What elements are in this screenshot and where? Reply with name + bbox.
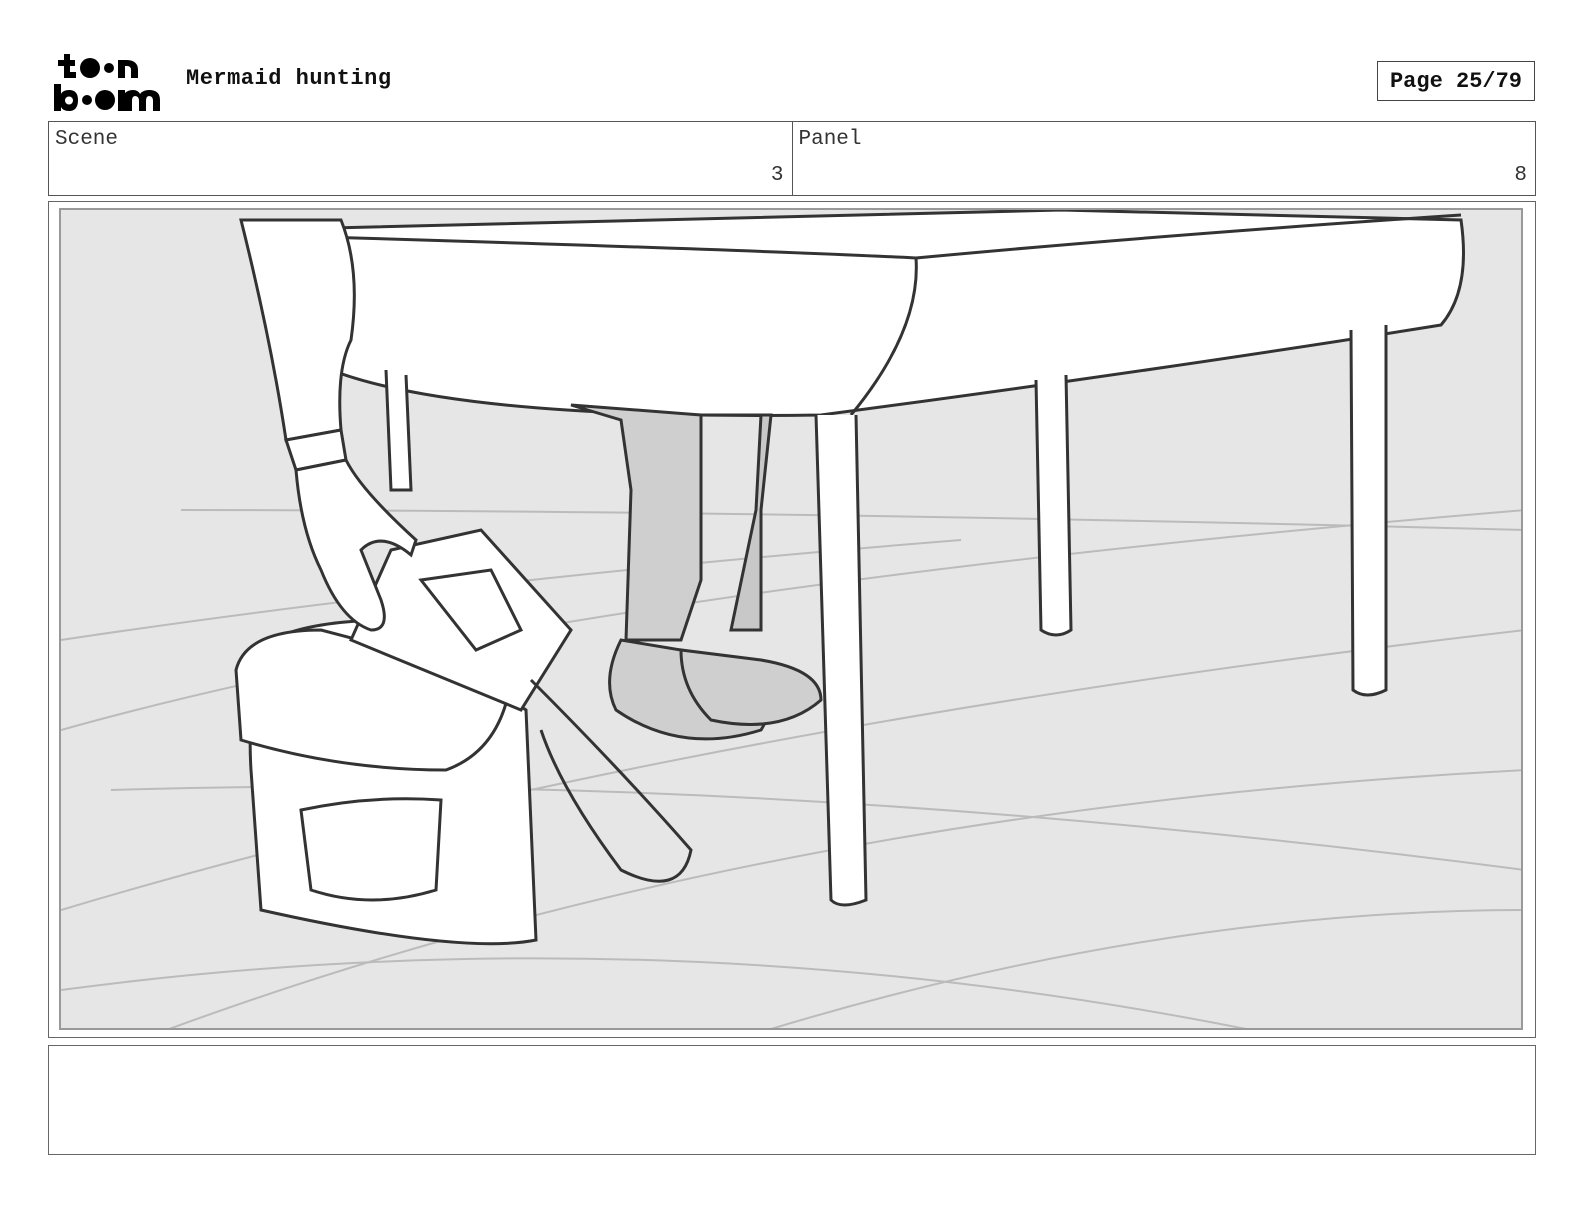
scene-number: 3 (770, 164, 784, 187)
scene-panel-info-row: Scene 3 Panel 8 (48, 121, 1536, 196)
panel-cell: Panel 8 (791, 122, 1536, 195)
backpack (234, 528, 693, 946)
page-indicator: Page 25/79 (1377, 61, 1535, 101)
scene-label: Scene (55, 128, 119, 151)
scene-cell: Scene 3 (49, 122, 792, 195)
toon-boom-logo: toon (54, 54, 160, 111)
storyboard-drawing-area (59, 208, 1523, 1030)
panel-label: Panel (798, 128, 862, 151)
panel-notes-box (48, 1045, 1536, 1155)
project-title: Mermaid hunting (186, 66, 392, 91)
storyboard-panel-frame (48, 201, 1536, 1038)
storyboard-sketch (61, 210, 1521, 1028)
panel-number: 8 (1514, 164, 1527, 187)
